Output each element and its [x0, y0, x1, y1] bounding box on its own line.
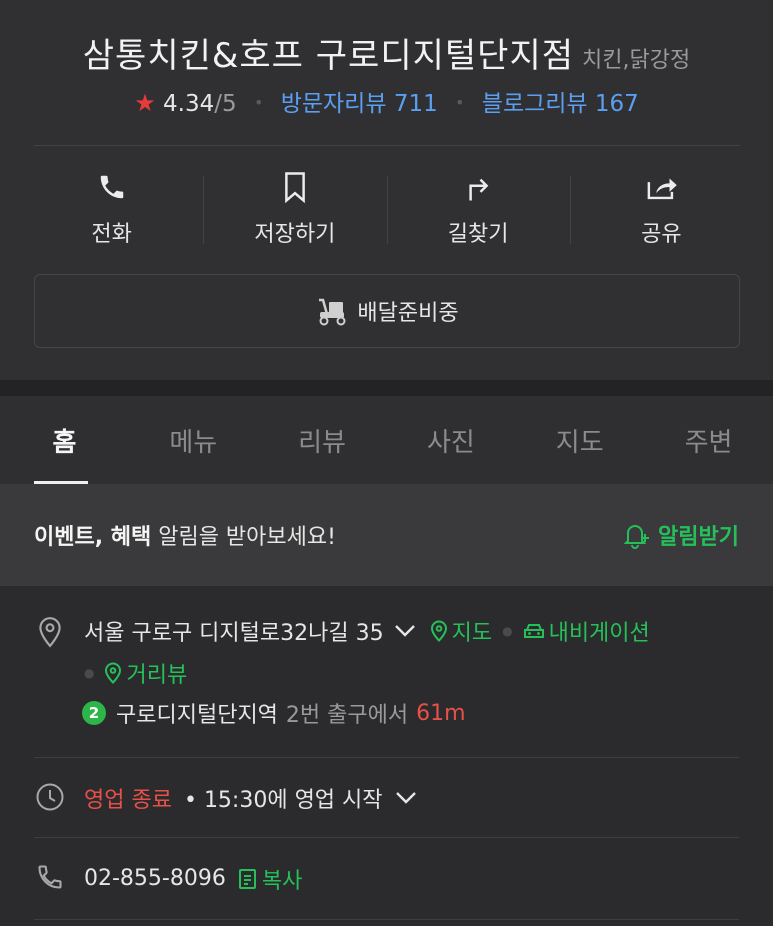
banner-rest-text: 알림을 받아보세요! — [151, 525, 336, 550]
copy-phone-button[interactable]: 복사 — [238, 863, 302, 895]
bookmark-icon — [278, 170, 312, 204]
copy-label: 복사 — [261, 868, 303, 894]
subway-station: 구로디지털단지역 — [116, 703, 278, 728]
title-row: 삼통치킨&호프 구로디지털단지점 치킨,닭강정 — [0, 28, 773, 77]
separator-dot: ● — [502, 624, 513, 638]
tab-home[interactable]: 홈 — [0, 396, 129, 484]
call-button[interactable]: 전화 — [20, 162, 203, 252]
bell-plus-icon — [622, 521, 652, 549]
tab-photos[interactable]: 사진 — [386, 396, 515, 484]
save-button[interactable]: 저장하기 — [203, 162, 386, 252]
subscribe-alerts-label: 알림받기 — [658, 525, 739, 550]
notification-banner: 이벤트, 혜택 알림을 받아보세요! 알림받기 — [0, 484, 773, 586]
place-title: 삼통치킨&호프 구로디지털단지점 — [82, 36, 575, 76]
phone-icon — [95, 170, 129, 204]
chevron-down-icon[interactable] — [395, 791, 417, 805]
subway-line-badge: 2 — [82, 701, 106, 725]
car-icon — [523, 621, 545, 641]
banner-text: 이벤트, 혜택 알림을 받아보세요! — [34, 519, 336, 551]
delivery-scooter-icon — [315, 296, 349, 326]
copy-icon — [238, 868, 258, 890]
tab-nearby[interactable]: 주변 — [644, 396, 773, 484]
place-category: 치킨,닭강정 — [582, 48, 691, 73]
directions-label: 길찾기 — [447, 222, 509, 247]
place-header: 삼통치킨&호프 구로디지털단지점 치킨,닭강정 ★ 4.34/5 • 방문자리뷰 … — [0, 0, 773, 380]
tab-reviews[interactable]: 리뷰 — [258, 396, 387, 484]
next-open-time: • 15:30에 영업 시작 — [183, 787, 383, 813]
rating-row: ★ 4.34/5 • 방문자리뷰 711 • 블로그리뷰 167 — [0, 84, 773, 118]
address-text: 서울 구로구 디지털로32나길 35 — [84, 621, 384, 646]
business-status: 영업 종료 — [84, 787, 172, 813]
navigation-link[interactable]: 내비게이션 — [523, 615, 650, 647]
directions-button[interactable]: 길찾기 — [386, 162, 570, 252]
visitor-reviews-link[interactable]: 방문자리뷰 711 — [281, 91, 438, 117]
call-label: 전화 — [91, 222, 132, 247]
rating-value: 4.34 — [163, 91, 215, 117]
divider — [34, 145, 740, 146]
blog-reviews-link[interactable]: 블로그리뷰 167 — [482, 91, 639, 117]
tab-menu[interactable]: 메뉴 — [129, 396, 258, 484]
navigation-link-label: 내비게이션 — [548, 621, 650, 646]
tab-bar: 홈 메뉴 리뷰 사진 지도 주변 — [0, 396, 773, 484]
street-view-link-label: 거리뷰 — [126, 663, 188, 688]
delivery-label: 배달준비중 — [357, 301, 459, 326]
section-gap — [0, 380, 773, 396]
tab-map[interactable]: 지도 — [515, 396, 644, 484]
separator-dot: • — [253, 93, 264, 112]
clock-icon — [34, 782, 66, 812]
phone-outline-icon — [34, 863, 66, 891]
directions-icon — [461, 170, 495, 204]
map-link-label: 지도 — [451, 621, 493, 646]
rating-max: /5 — [214, 91, 237, 117]
hours-row[interactable]: 영업 종료 • 15:30에 영업 시작 — [34, 758, 739, 838]
save-label: 저장하기 — [254, 222, 336, 247]
separator-dot: • — [455, 93, 465, 112]
subscribe-alerts-button[interactable]: 알림받기 — [622, 519, 739, 551]
phone-row: 02-855-8096 복사 — [34, 838, 739, 920]
address-row: 서울 구로구 디지털로32나길 35 지도 ● 내비게이션 ● 거리뷰 2 구로… — [34, 586, 739, 758]
star-icon: ★ — [134, 89, 156, 117]
map-pin-icon — [430, 620, 448, 642]
location-pin-icon — [34, 616, 66, 648]
delivery-status-button[interactable]: 배달준비중 — [34, 274, 740, 348]
share-label: 공유 — [641, 222, 682, 247]
map-link[interactable]: 지도 — [430, 615, 492, 647]
chevron-down-icon[interactable] — [394, 624, 416, 638]
street-view-pin-icon — [104, 662, 122, 684]
phone-number[interactable]: 02-855-8096 — [84, 866, 226, 891]
share-button[interactable]: 공유 — [569, 162, 753, 252]
subway-distance: 61m — [416, 700, 466, 726]
info-section: 서울 구로구 디지털로32나길 35 지도 ● 내비게이션 ● 거리뷰 2 구로… — [0, 586, 773, 920]
banner-bold-text: 이벤트, 혜택 — [34, 525, 152, 550]
separator-dot: ● — [84, 666, 95, 680]
street-view-link[interactable]: 거리뷰 — [104, 657, 187, 689]
share-icon — [644, 170, 678, 204]
action-bar: 전화 저장하기 길찾기 공유 — [20, 162, 753, 252]
subway-exit: 2번 출구에서 — [285, 703, 409, 728]
